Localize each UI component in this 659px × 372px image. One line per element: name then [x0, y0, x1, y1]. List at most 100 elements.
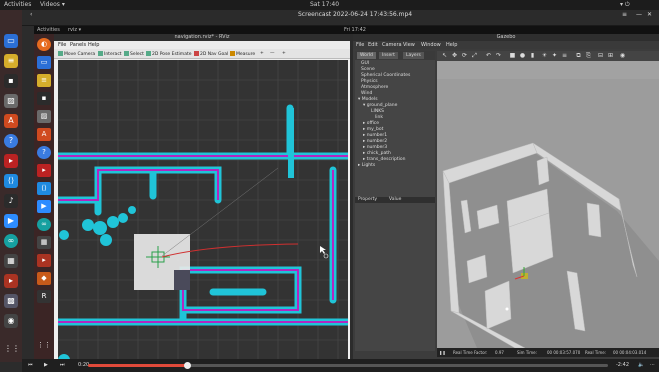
files-icon[interactable]: ▭ [4, 34, 18, 48]
zoom-icon[interactable]: ▶ [37, 200, 51, 213]
snap-icon[interactable]: ⊞ [607, 53, 614, 59]
software-icon[interactable]: A [37, 128, 51, 141]
tool-remove[interactable]: — [270, 51, 275, 56]
system-tray[interactable]: ▾ ⏻ [620, 1, 630, 9]
software-icon[interactable]: A [4, 114, 18, 128]
tab-layers[interactable]: Layers [403, 52, 424, 59]
align-icon[interactable]: ⊟ [597, 53, 604, 59]
world-render[interactable] [437, 61, 659, 348]
rotate-icon[interactable]: ⟳ [461, 53, 468, 59]
costmap-visualization[interactable] [58, 60, 348, 359]
light-icon[interactable]: ☀ [541, 53, 548, 59]
tree-item[interactable]: Spherical Coordinates [361, 73, 410, 78]
video-icon[interactable]: ▦ [37, 236, 51, 249]
back-icon[interactable]: ‹ [30, 11, 32, 18]
tool-add[interactable]: + [260, 51, 264, 56]
pause-icon[interactable]: ❚❚ [439, 350, 446, 355]
app-menu[interactable]: Videos ▾ [40, 1, 65, 8]
document-icon[interactable]: ≡ [4, 54, 18, 68]
terminal2-icon[interactable]: ▸ [37, 254, 51, 267]
gazebo-icon[interactable]: ◆ [37, 272, 51, 285]
minimize-icon[interactable]: — [636, 11, 642, 18]
rviz-menu-panels[interactable]: Panels [70, 42, 86, 48]
tree-item[interactable]: link [375, 115, 383, 120]
clock[interactable]: Sat 17:40 [310, 1, 339, 8]
inner-clock[interactable]: Fri 17:42 [344, 27, 366, 33]
select-mode-icon[interactable]: ↖ [441, 53, 448, 59]
gz-menu-edit[interactable]: Edit [368, 42, 378, 48]
help-icon[interactable]: ? [37, 146, 51, 159]
spotlight-icon[interactable]: ✦ [551, 53, 558, 59]
tree-item[interactable]: ▸ my_bot [363, 127, 383, 132]
close-icon[interactable]: ✕ [647, 11, 652, 18]
tree-item[interactable]: ▸ trans_description [363, 157, 406, 162]
tool-2d-pose-estimate[interactable]: 2D Pose Estimate [146, 51, 192, 57]
screenshot-icon[interactable]: ◉ [619, 53, 626, 59]
tree-item[interactable]: ▸ number1 [363, 133, 387, 138]
tree-item[interactable]: ▸ Lights [358, 163, 375, 168]
tree-item[interactable]: ▸ chick_path [363, 151, 391, 156]
tree-item[interactable]: LINKS [371, 109, 384, 114]
music-icon[interactable]: ♪ [4, 194, 18, 208]
tab-world[interactable]: World [357, 52, 376, 59]
vscode-icon[interactable]: ⟨⟩ [4, 174, 18, 188]
tree-item[interactable]: ▾ ground_plane [363, 103, 397, 108]
image-icon[interactable]: ▨ [37, 110, 51, 123]
zoom-icon[interactable]: ▶ [4, 214, 18, 228]
terminal2-icon[interactable]: ▸ [4, 274, 18, 288]
document-icon[interactable]: ≡ [37, 74, 51, 87]
show-apps-icon[interactable]: ⋮⋮ [4, 342, 20, 356]
tree-item[interactable]: ▸ office [363, 121, 379, 126]
more-icon[interactable]: ⋯ [650, 362, 655, 368]
files-icon[interactable]: ▭ [37, 56, 51, 69]
gz-menu-help[interactable]: Help [446, 42, 457, 48]
show-apps-icon[interactable]: ⋮⋮ [37, 339, 51, 352]
progress-knob[interactable] [183, 362, 191, 369]
inner-activities[interactable]: Activities [37, 27, 60, 33]
copy-icon[interactable]: ⧉ [575, 53, 582, 59]
app-icon[interactable]: ▪ [37, 92, 51, 105]
tool-move-camera[interactable]: Move Camera [58, 51, 95, 57]
rviz-icon[interactable]: R [37, 290, 51, 303]
tree-item[interactable]: Scene [361, 67, 375, 72]
rviz-menu-help[interactable]: Help [88, 42, 99, 48]
image-icon[interactable]: ▨ [4, 94, 18, 108]
firefox-icon[interactable]: ◐ [37, 38, 51, 51]
rviz-menu-file[interactable]: File [58, 42, 66, 48]
box-icon[interactable]: ■ [509, 53, 516, 59]
inner-app-menu[interactable]: rviz ▾ [68, 27, 81, 33]
menu-icon[interactable]: ≡ [622, 11, 627, 18]
video-icon[interactable]: ▦ [4, 254, 18, 268]
tree-item[interactable]: Atmosphere [361, 85, 388, 90]
vscode-icon[interactable]: ⟨⟩ [37, 182, 51, 195]
tree-item[interactable]: Physics [361, 79, 378, 84]
gz-menu-camera[interactable]: Camera [382, 42, 402, 48]
gazebo-3d-scene[interactable] [437, 61, 659, 348]
activities-button[interactable]: Activities [4, 1, 31, 8]
tool-extra[interactable]: + [282, 51, 286, 56]
scale-icon[interactable]: ⤢ [471, 53, 478, 59]
camera-icon[interactable]: ◉ [4, 314, 18, 328]
forward-icon[interactable]: ⏭ [60, 362, 65, 368]
tab-insert[interactable]: Insert [379, 52, 398, 59]
play-pause-icon[interactable]: ▶ [44, 362, 48, 368]
cylinder-icon[interactable]: ▮ [529, 53, 536, 59]
undo-icon[interactable]: ↶ [485, 53, 492, 59]
arduino-icon[interactable]: ∞ [4, 234, 18, 248]
tree-item[interactable]: ▸ number3 [363, 145, 387, 150]
sphere-icon[interactable]: ● [519, 53, 526, 59]
gz-menu-window[interactable]: Window [421, 42, 441, 48]
paste-icon[interactable]: ⎘ [585, 53, 592, 59]
volume-icon[interactable]: 🔈 [638, 362, 644, 368]
gz-menu-view[interactable]: View [403, 42, 415, 48]
rviz-3d-view[interactable] [58, 60, 348, 359]
redo-icon[interactable]: ↷ [495, 53, 502, 59]
terminal-icon[interactable]: ▸ [4, 154, 18, 168]
tree-item[interactable]: ▸ number2 [363, 139, 387, 144]
app-icon[interactable]: ▪ [4, 74, 18, 88]
dirlight-icon[interactable]: ≡ [561, 53, 568, 59]
terminal-icon[interactable]: ▸ [37, 164, 51, 177]
gz-menu-file[interactable]: File [356, 42, 364, 48]
translate-icon[interactable]: ✥ [451, 53, 458, 59]
tool-2d-nav-goal[interactable]: 2D Nav Goal [194, 51, 228, 57]
